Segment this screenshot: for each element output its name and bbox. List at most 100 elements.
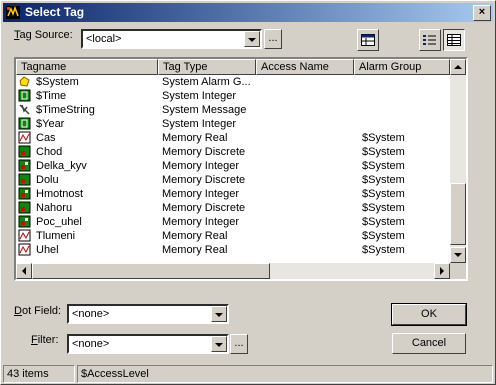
- tag-source-value: <local>: [86, 33, 122, 45]
- scroll-up-button[interactable]: [450, 59, 466, 75]
- memory-integer-icon: [18, 159, 31, 172]
- tag-type-cell: Memory Real: [162, 230, 228, 242]
- filter-combo[interactable]: <none>: [67, 334, 229, 354]
- tag-type-cell: System Integer: [162, 90, 236, 102]
- tag-type-cell: Memory Integer: [162, 216, 240, 228]
- properties-button[interactable]: [357, 29, 379, 51]
- filter-value: <none>: [72, 338, 110, 350]
- arrow-down-icon: [454, 253, 462, 257]
- scroll-corner: [450, 263, 466, 279]
- tag-type-cell: System Integer: [162, 118, 236, 130]
- details-view-icon: [447, 34, 461, 46]
- alarm-group-cell: $System: [362, 216, 405, 228]
- tagname-cell: $Time: [36, 90, 67, 102]
- cancel-button[interactable]: Cancel: [392, 333, 466, 354]
- tag-source-browse-button[interactable]: ...: [264, 29, 282, 49]
- alarm-group-cell: $System: [362, 202, 405, 214]
- table-row[interactable]: $System System Alarm G...: [16, 75, 450, 89]
- tag-type-cell: System Alarm G...: [162, 76, 251, 88]
- tagname-cell: Poc_uhel: [36, 216, 82, 228]
- tagname-cell: Chod: [36, 146, 63, 158]
- table-row[interactable]: Nahoru Memory Discrete $System: [16, 201, 450, 215]
- alarm-group-cell: $System: [362, 174, 405, 186]
- tag-type-cell: Memory Discrete: [162, 174, 246, 186]
- chevron-down-icon[interactable]: [211, 306, 227, 322]
- title-bar[interactable]: Select Tag ×: [3, 3, 493, 22]
- tagname-cell: Cas: [36, 132, 56, 144]
- alarm-group-cell: $System: [362, 244, 405, 256]
- chevron-down-icon[interactable]: [244, 31, 260, 47]
- vertical-scrollbar[interactable]: [450, 59, 466, 263]
- alarm-group-cell: $System: [362, 146, 405, 158]
- tag-type-cell: Memory Real: [162, 244, 228, 256]
- tagname-cell: Dolu: [36, 174, 59, 186]
- tag-type-cell: Memory Discrete: [162, 202, 246, 214]
- tag-type-cell: Memory Real: [162, 132, 228, 144]
- column-header-alarm-group[interactable]: Alarm Group: [354, 59, 450, 75]
- tag-source-label: Tag Source:: [14, 29, 73, 41]
- tagname-cell: Delka_kyv: [36, 160, 87, 172]
- status-item-count: 43 items: [3, 365, 75, 383]
- tag-type-cell: Memory Discrete: [162, 146, 246, 158]
- memory-discrete-icon: [18, 201, 31, 214]
- arrow-up-icon: [454, 65, 462, 69]
- tagname-cell: Tlumeni: [36, 230, 76, 242]
- table-row[interactable]: $TimeString System Message: [16, 103, 450, 117]
- status-field: $AccessLevel: [77, 365, 493, 383]
- list-view-button[interactable]: [419, 29, 441, 51]
- tag-type-cell: Memory Integer: [162, 160, 240, 172]
- scroll-down-button[interactable]: [450, 247, 466, 263]
- vertical-scroll-thumb[interactable]: [450, 183, 466, 245]
- column-header-tagname[interactable]: Tagname: [16, 59, 158, 75]
- memory-integer-icon: [18, 215, 31, 228]
- table-row[interactable]: Chod Memory Discrete $System: [16, 145, 450, 159]
- arrow-left-icon: [22, 267, 26, 275]
- horizontal-scrollbar[interactable]: [16, 263, 450, 279]
- tagname-cell: Uhel: [36, 244, 59, 256]
- scroll-right-button[interactable]: [434, 263, 450, 279]
- tagname-cell: $System: [36, 76, 79, 88]
- ok-button[interactable]: OK: [391, 303, 467, 326]
- table-row[interactable]: Poc_uhel Memory Integer $System: [16, 215, 450, 229]
- table-row[interactable]: Hmotnost Memory Integer $System: [16, 187, 450, 201]
- table-row[interactable]: Cas Memory Real $System: [16, 131, 450, 145]
- system-alarm-icon: [18, 75, 31, 88]
- table-row[interactable]: Delka_kyv Memory Integer $System: [16, 159, 450, 173]
- select-tag-dialog: Select Tag × Tag Source: <local> ... Tag…: [0, 0, 496, 385]
- dot-field-label: Dot Field:: [14, 305, 62, 317]
- alarm-group-cell: $System: [362, 132, 405, 144]
- app-icon: [6, 6, 20, 19]
- window-title: Select Tag: [25, 5, 85, 19]
- tag-source-combo[interactable]: <local>: [81, 29, 262, 49]
- alarm-group-cell: $System: [362, 160, 405, 172]
- dot-field-combo[interactable]: <none>: [67, 304, 229, 324]
- memory-real-icon: [18, 243, 31, 256]
- table-row[interactable]: $Time System Integer: [16, 89, 450, 103]
- tagname-cell: Hmotnost: [36, 188, 84, 200]
- chevron-down-icon[interactable]: [211, 336, 227, 352]
- table-row[interactable]: Uhel Memory Real $System: [16, 243, 450, 257]
- table-row[interactable]: Dolu Memory Discrete $System: [16, 173, 450, 187]
- memory-integer-icon: [18, 187, 31, 200]
- table-row[interactable]: $Year System Integer: [16, 117, 450, 131]
- alarm-group-cell: $System: [362, 188, 405, 200]
- tag-type-cell: Memory Integer: [162, 188, 240, 200]
- alarm-group-cell: $System: [362, 230, 405, 242]
- details-view-button[interactable]: [443, 29, 465, 51]
- column-header-access-name[interactable]: Access Name: [256, 59, 354, 75]
- system-integer-icon: [18, 117, 31, 130]
- close-button[interactable]: ×: [473, 5, 491, 21]
- memory-discrete-icon: [18, 145, 31, 158]
- system-integer-icon: [18, 89, 31, 102]
- memory-discrete-icon: [18, 173, 31, 186]
- horizontal-scroll-thumb[interactable]: [32, 263, 270, 279]
- filter-browse-button[interactable]: ...: [230, 334, 248, 354]
- tag-list[interactable]: Tagname Tag Type Access Name Alarm Group…: [14, 57, 468, 281]
- scroll-left-button[interactable]: [16, 263, 32, 279]
- table-row[interactable]: Tlumeni Memory Real $System: [16, 229, 450, 243]
- system-message-icon: [18, 103, 31, 116]
- column-header-tag-type[interactable]: Tag Type: [158, 59, 256, 75]
- tag-type-cell: System Message: [162, 104, 247, 116]
- tagname-cell: $TimeString: [36, 104, 95, 116]
- filter-label: Filter:: [31, 334, 59, 346]
